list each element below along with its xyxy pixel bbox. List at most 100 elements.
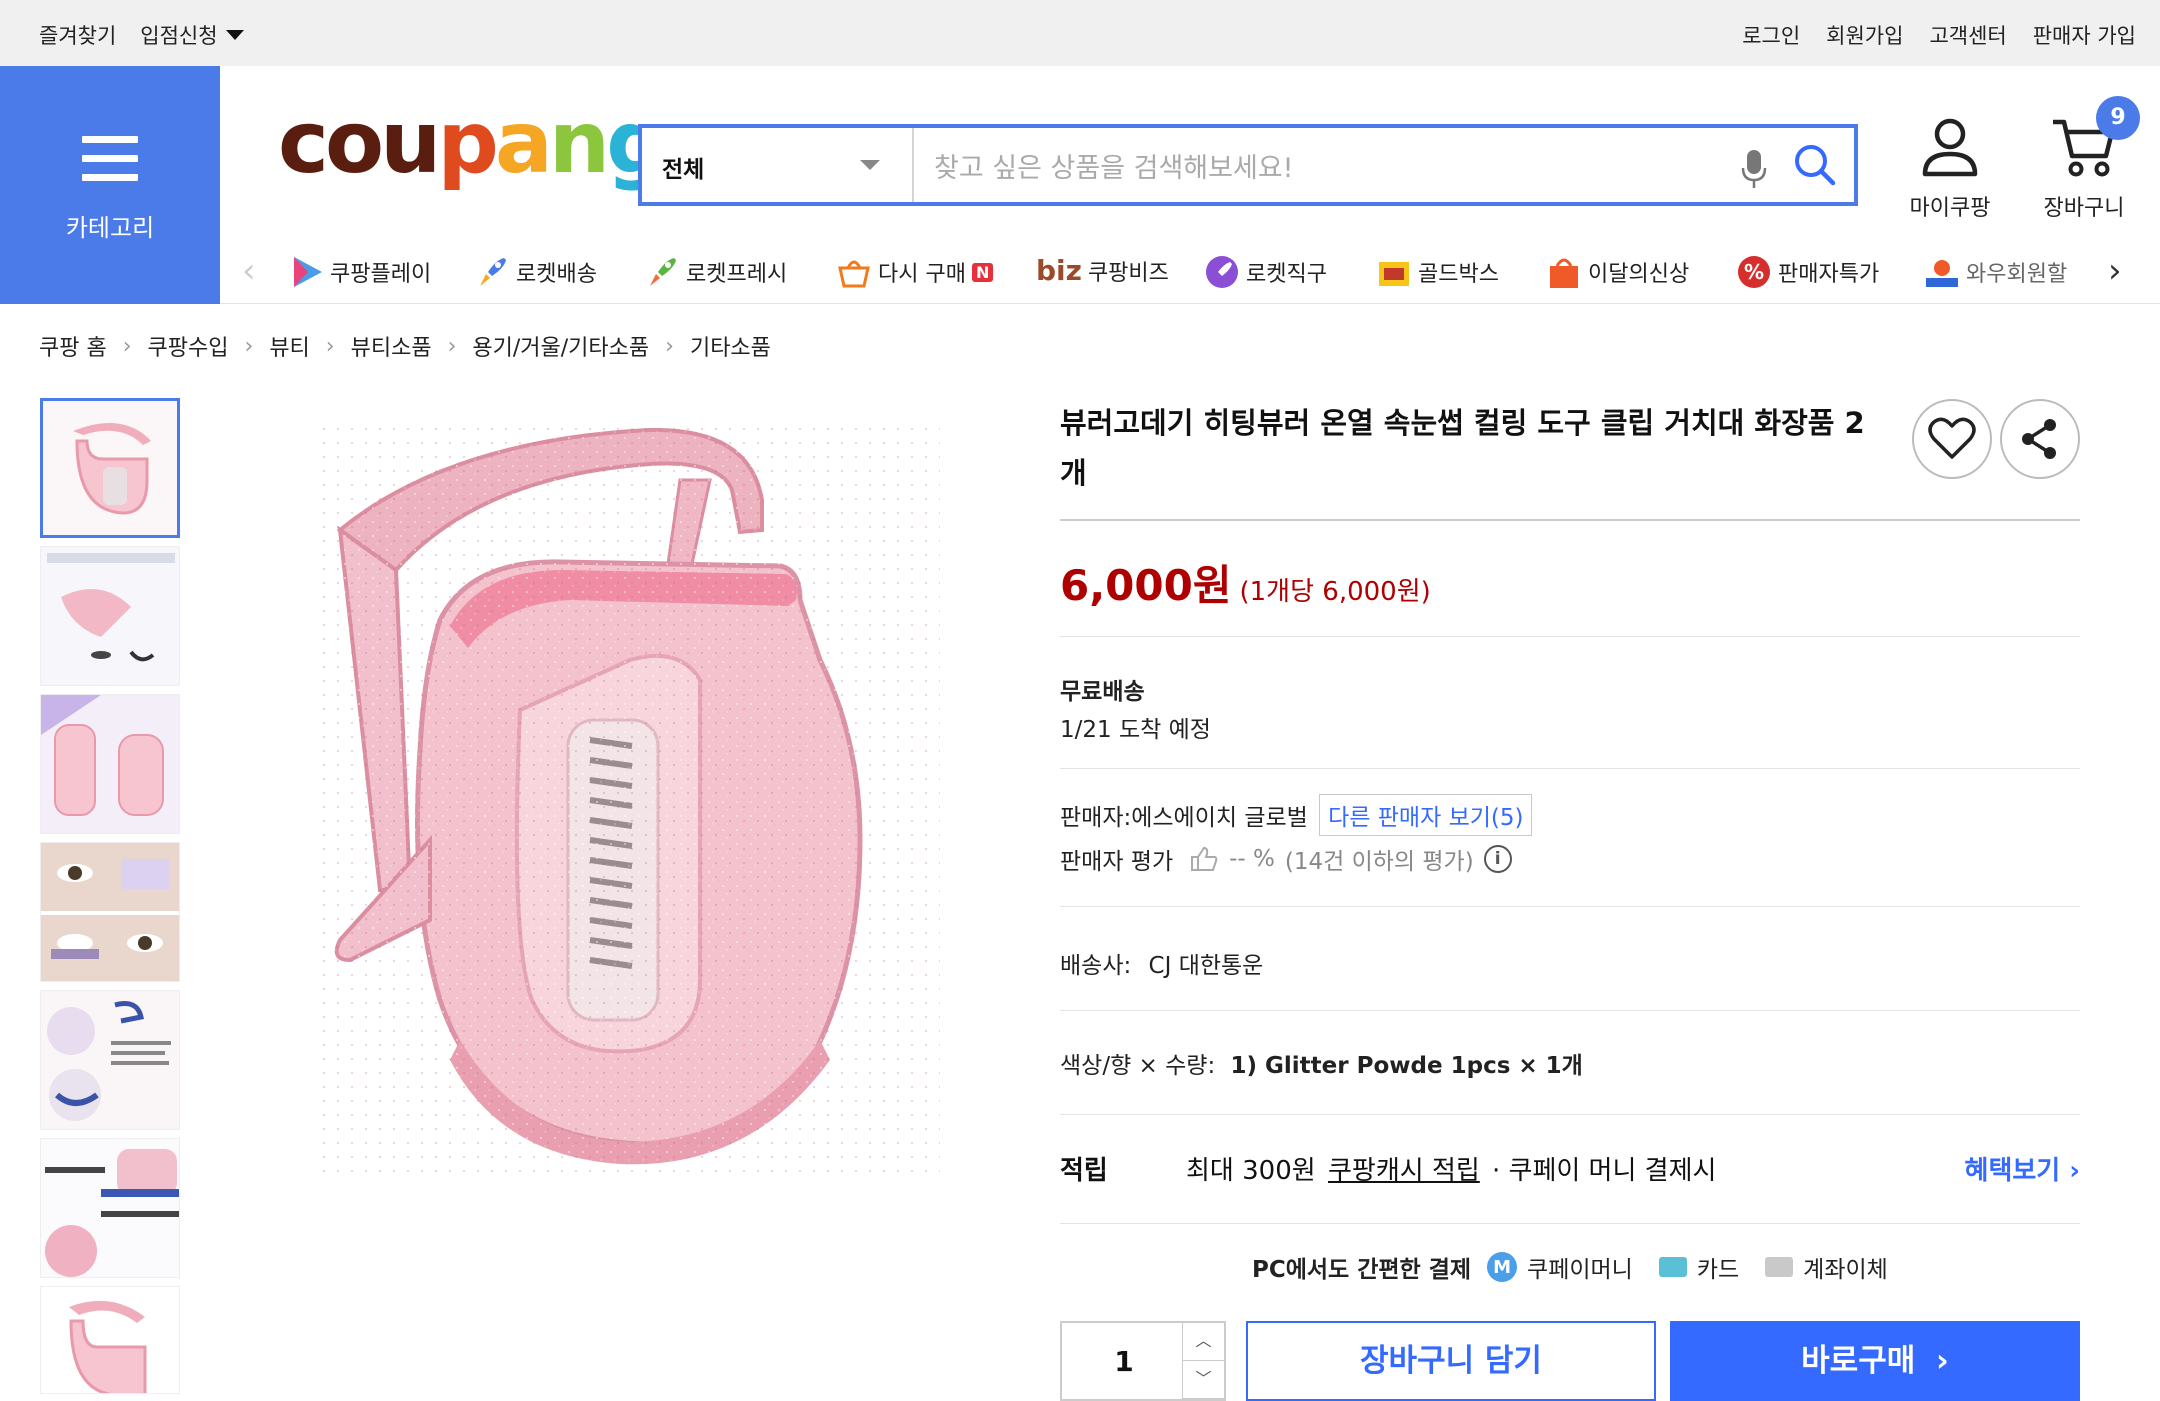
breadcrumb-item[interactable]: 기타소품 — [690, 330, 771, 362]
chevron-right-icon: › — [122, 333, 132, 359]
quantity-increase-icon[interactable]: ︿ — [1183, 1323, 1224, 1361]
breadcrumb-item[interactable]: 용기/거울/기타소품 — [472, 330, 649, 362]
login-link[interactable]: 로그인 — [1742, 20, 1800, 50]
divider — [1060, 1114, 2080, 1115]
breadcrumb-item[interactable]: 뷰티 — [269, 330, 309, 362]
thumbnail-image — [41, 991, 179, 1129]
coupang-cash-link[interactable]: 쿠팡캐시 적립 — [1328, 1150, 1480, 1187]
wow-icon — [1926, 260, 1958, 287]
option-row: 색상/향 × 수량: 1) Glitter Powde 1pcs × 1개 — [1060, 1046, 1583, 1080]
benefit-view-label: 혜택보기 — [1964, 1156, 2061, 1186]
benefit-view-link[interactable]: 혜택보기 › — [1965, 1150, 2080, 1187]
reward-note: · 쿠페이 머니 결제시 — [1492, 1156, 1717, 1186]
nav-item-label: 와우회원할 — [1966, 262, 2068, 287]
nav-item-rebuy[interactable]: 다시 구매 N — [836, 254, 994, 290]
search-input[interactable]: 찾고 싶은 상품을 검색해보세요! — [934, 146, 1294, 185]
nav-item-coupang-play[interactable]: 쿠팡플레이 — [288, 254, 431, 290]
shipping-type: 무료배송 — [1060, 679, 1145, 705]
seller-rating-value: -- % — [1229, 846, 1275, 872]
microphone-icon[interactable] — [1740, 148, 1768, 190]
other-sellers-button[interactable]: 다른 판매자 보기(5) — [1319, 794, 1533, 836]
nav-item-label: 로켓프레시 — [686, 262, 788, 287]
nav-item-seller-deals[interactable]: % 판매자특가 — [1736, 254, 1879, 290]
breadcrumb-item[interactable]: 쿠팡수입 — [148, 330, 229, 362]
info-icon[interactable]: i — [1483, 845, 1512, 873]
breadcrumb-item[interactable]: 쿠팡 홈 — [39, 330, 107, 362]
buy-now-button[interactable]: 바로구매 › — [1670, 1321, 2080, 1401]
coupay-money-label: 쿠페이머니 — [1527, 1257, 1633, 1283]
thumbnail-image — [73, 423, 151, 515]
quantity-stepper: 1 ︿ ﹀ — [1060, 1321, 1226, 1401]
search-scope-select[interactable]: 전체 — [642, 128, 914, 202]
product-thumbnail[interactable] — [40, 398, 180, 538]
nav-item-label: 쿠팡플레이 — [330, 262, 432, 287]
rebuy-icon — [838, 260, 870, 288]
thumbnail-image — [41, 1287, 179, 1393]
category-menu-button[interactable]: 카테고리 — [0, 66, 220, 304]
quick-nav-bar: ‹ 쿠팡플레이 로켓배송 로켓프레시 다시 구매 N biz 쿠팡비즈 로켓직구… — [220, 236, 2160, 304]
nav-item-label: 쿠팡비즈 — [1087, 260, 1169, 286]
payment-methods: PC에서도 간편한 결제 M 쿠페이머니 카드 계좌이체 — [1252, 1250, 1888, 1284]
svg-text:%: % — [1744, 260, 1764, 284]
unit-price: (1개당 6,000원) — [1239, 577, 1431, 607]
customer-center-link[interactable]: 고객센터 — [1929, 20, 2006, 50]
nav-item-rocket-fresh[interactable]: 로켓프레시 — [644, 254, 787, 290]
share-button[interactable] — [2000, 399, 2080, 479]
rocket-icon — [480, 258, 506, 286]
top-utility-bar: 즐겨찾기 입점신청 로그인 회원가입 고객센터 판매자 가입 — [0, 0, 2160, 66]
search-scope-value: 전체 — [662, 157, 705, 183]
chevron-right-icon: › — [2069, 1156, 2080, 1186]
quantity-input[interactable]: 1 — [1062, 1345, 1186, 1378]
nav-item-rocket-global[interactable]: 로켓직구 — [1204, 254, 1327, 290]
new-bag-icon — [1550, 258, 1578, 288]
chevron-right-icon: › — [244, 333, 254, 359]
carrier-label: 배송사: — [1060, 953, 1132, 979]
arrival-date: 1/21 도착 예정 — [1060, 717, 1211, 743]
wishlist-button[interactable] — [1912, 399, 1992, 479]
product-thumbnail[interactable] — [40, 990, 180, 1130]
reward-row: 적립 최대 300원 쿠팡캐시 적립 · 쿠페이 머니 결제시 혜택보기 › — [1060, 1150, 2080, 1190]
add-to-cart-button[interactable]: 장바구니 담기 — [1246, 1321, 1656, 1401]
coupang-logo[interactable]: coupang — [278, 100, 668, 186]
cart-count-badge: 9 — [2096, 96, 2140, 140]
seller-join-link[interactable]: 판매자 가입 — [2033, 20, 2136, 50]
sale-price: 6,000원 — [1060, 561, 1232, 610]
chevron-down-icon — [860, 160, 880, 170]
product-title: 뷰러고데기 히팅뷰러 온열 속눈썹 컬링 도구 클립 거치대 화장품 2개 — [1060, 406, 1865, 490]
my-coupang-button[interactable]: 마이쿠팡 — [1900, 116, 2000, 222]
signup-link[interactable]: 회원가입 — [1826, 20, 1903, 50]
product-thumbnail[interactable] — [40, 1286, 180, 1394]
cart-label: 장바구니 — [2043, 196, 2125, 221]
seller-rating-label: 판매자 평가 — [1060, 849, 1174, 875]
buy-now-label: 바로구매 — [1801, 1343, 1916, 1379]
thumbnail-image — [41, 547, 179, 685]
divider — [1060, 519, 2080, 521]
nav-item-label: 로켓배송 — [516, 262, 597, 287]
product-thumbnail[interactable] — [40, 546, 180, 686]
breadcrumb-item[interactable]: 뷰티소품 — [351, 330, 432, 362]
product-thumbnail[interactable] — [40, 1138, 180, 1278]
product-thumbnail[interactable] — [40, 842, 180, 982]
nav-item-wow-member[interactable]: 와우회원할 — [1924, 254, 2067, 290]
divider — [1060, 1010, 2080, 1011]
nav-item-label: 골드박스 — [1418, 262, 1499, 287]
search-icon[interactable] — [1792, 142, 1838, 188]
option-value: 1) Glitter Powde 1pcs × 1개 — [1230, 1053, 1583, 1079]
nav-item-coupang-biz[interactable]: biz 쿠팡비즈 — [1036, 254, 1169, 287]
category-label: 카테고리 — [65, 214, 155, 242]
my-coupang-label: 마이쿠팡 — [1909, 196, 1991, 221]
thumbs-up-icon — [1191, 846, 1218, 871]
nav-next-icon[interactable]: › — [2108, 254, 2122, 288]
price-block: 6,000원 (1개당 6,000원) — [1060, 552, 1431, 613]
seller-apply-label: 입점신청 — [140, 24, 218, 48]
nav-item-rocket-delivery[interactable]: 로켓배송 — [474, 254, 597, 290]
bookmark-link[interactable]: 즐겨찾기 — [39, 20, 116, 50]
header-divider — [220, 303, 2160, 304]
quantity-decrease-icon[interactable]: ﹀ — [1183, 1361, 1224, 1399]
divider — [1060, 1223, 2080, 1224]
product-thumbnail[interactable] — [40, 694, 180, 834]
seller-apply-dropdown[interactable]: 입점신청 — [140, 20, 244, 50]
nav-item-goldbox[interactable]: 골드박스 — [1376, 254, 1499, 290]
nav-item-new-arrivals[interactable]: 이달의신상 — [1546, 254, 1689, 290]
nav-prev-icon[interactable]: ‹ — [242, 254, 256, 288]
